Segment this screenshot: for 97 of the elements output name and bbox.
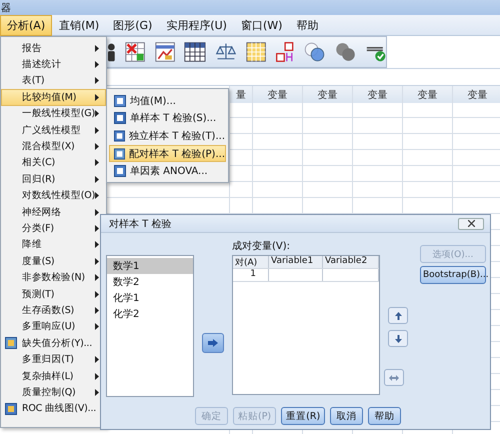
dialog-title: 对样本 T 检验 [109,218,172,230]
swap-button[interactable] [384,369,404,386]
table-icon[interactable] [246,40,266,64]
list-item[interactable]: 化学2 [107,306,193,322]
submenu-arrow-icon [95,241,99,248]
submenu-arrow-icon [95,224,99,232]
procedure-icon [5,337,17,350]
dialog-button[interactable]: 帮助 [368,407,402,425]
submenu-arrow-icon [95,290,99,298]
pairs-table[interactable]: 对(A) Variable1 Variable2 1 [232,255,380,395]
submenu-arrow-icon [95,356,99,364]
list-item[interactable]: 数学1 [107,258,193,274]
menu-item[interactable]: 生存函数(S) [1,302,106,319]
menu-item[interactable]: 多重归因(T) [1,351,106,368]
submenu-arrow-icon [95,372,99,380]
menu-item[interactable]: 均值(M)... [109,92,226,110]
column-header: 对(A) [233,256,269,268]
table-icon[interactable] [125,40,146,64]
swap-icon [389,374,399,380]
menu-item[interactable]: 直销(M) [52,14,106,36]
procedure-icon [114,94,126,107]
menu-item[interactable]: 多重响应(U) [1,318,106,336]
arrow-icon [208,339,218,347]
close-button[interactable] [458,218,484,230]
person-icon[interactable] [108,41,116,63]
procedure-icon [114,130,126,142]
dialog-button[interactable]: Bootstrap(B)... [420,266,486,284]
menu-item[interactable]: 实用程序(U) [159,14,234,36]
menu-item[interactable]: 报告 [1,40,106,56]
procedure-icon [114,112,126,124]
menu-item[interactable]: 分类(F) [1,220,106,237]
menu-item[interactable]: 缺失值分析(Y)... [1,335,106,352]
menu-item[interactable]: 一般线性模型(G) [1,106,106,122]
list-item[interactable]: 数学2 [107,274,193,290]
submenu-arrow-icon [95,61,99,68]
table-icon[interactable] [184,40,206,64]
submenu-arrow-icon [95,388,99,396]
menu-item[interactable]: 非参数检验(N) [1,269,106,286]
column-header: Variable1 [269,256,323,268]
dialog-button[interactable]: 重置(R) [281,407,326,425]
menu-item[interactable]: 帮助 [289,14,326,36]
menu-item[interactable]: ROC 曲线图(V)... [1,400,106,417]
submenu-arrow-icon [95,110,99,118]
submenu-arrow-icon [95,258,99,265]
menu-item[interactable]: 神经网络 [1,204,106,220]
move-up-button[interactable] [388,307,408,324]
down-arrow-icon [394,334,402,342]
move-button[interactable] [202,333,224,353]
procedure-icon [114,148,126,160]
list-item[interactable]: 化学1 [107,290,193,306]
table-icon[interactable] [154,40,175,64]
menu-item[interactable]: 回归(R) [1,171,106,188]
dialog-button[interactable]: 取消 [330,407,364,425]
submenu-arrow-icon [95,306,99,314]
menu-item[interactable]: 对数线性模型(O) [1,188,106,204]
submenu-arrow-icon [95,94,99,101]
menu-item[interactable]: 描述统计 [1,56,106,73]
menu-item[interactable]: 图形(G) [106,14,160,36]
submenu-arrow-icon [95,143,99,150]
submenu-arrow-icon [95,159,99,166]
window-title: 器 [1,2,11,14]
menu-item[interactable]: 配对样本 T 检验(P)... [109,144,226,162]
submenu-arrow-icon [95,126,99,134]
submenu-arrow-icon [95,192,100,200]
close-icon [468,220,474,227]
menu-item[interactable]: 窗口(W) [234,14,290,36]
variable-list[interactable]: 数学1 数学2 化学1 化学2 [106,255,194,397]
menu-item[interactable]: 相关(C) [1,154,106,172]
procedure-icon [114,165,126,178]
table-cell: 1 [233,269,269,281]
column-header: Variable2 [323,256,379,268]
move-down-button[interactable] [388,330,408,347]
menu-item[interactable]: 降维 [1,236,106,254]
up-arrow-icon [394,312,402,320]
submenu-arrow-icon [95,208,99,216]
menu-item[interactable]: 比较均值(M) [1,89,106,106]
submenu-arrow-icon [95,77,99,84]
menu-item[interactable]: 分析(A) [0,14,52,36]
menu-item[interactable]: 单因素 ANOVA... [109,162,226,180]
menu-item[interactable]: 独立样本 T 检验(T)... [109,127,226,145]
value-labels-icon[interactable] [274,40,296,64]
procedure-icon [5,402,17,415]
submenu-arrow-icon [95,176,99,183]
menu-item[interactable]: 表(T) [1,72,106,90]
menu-item[interactable]: 单样本 T 检验(S)... [109,110,226,128]
menu-item[interactable]: 复杂抽样(L) [1,368,106,384]
menu-item[interactable]: 广义线性模型 [1,122,106,138]
circles-icon[interactable] [334,40,357,64]
submenu-arrow-icon [95,323,99,330]
submenu-arrow-icon [95,44,99,52]
menu-item[interactable]: 度量(S) [1,253,106,270]
menu-item[interactable]: 混合模型(X) [1,138,106,155]
field-label: 成对变量(V): [232,240,292,253]
menu-item[interactable]: 预测(T) [1,286,106,302]
venn-icon[interactable] [304,40,326,64]
submenu-arrow-icon [95,274,99,282]
menu-item[interactable]: 质量控制(Q) [1,384,106,401]
